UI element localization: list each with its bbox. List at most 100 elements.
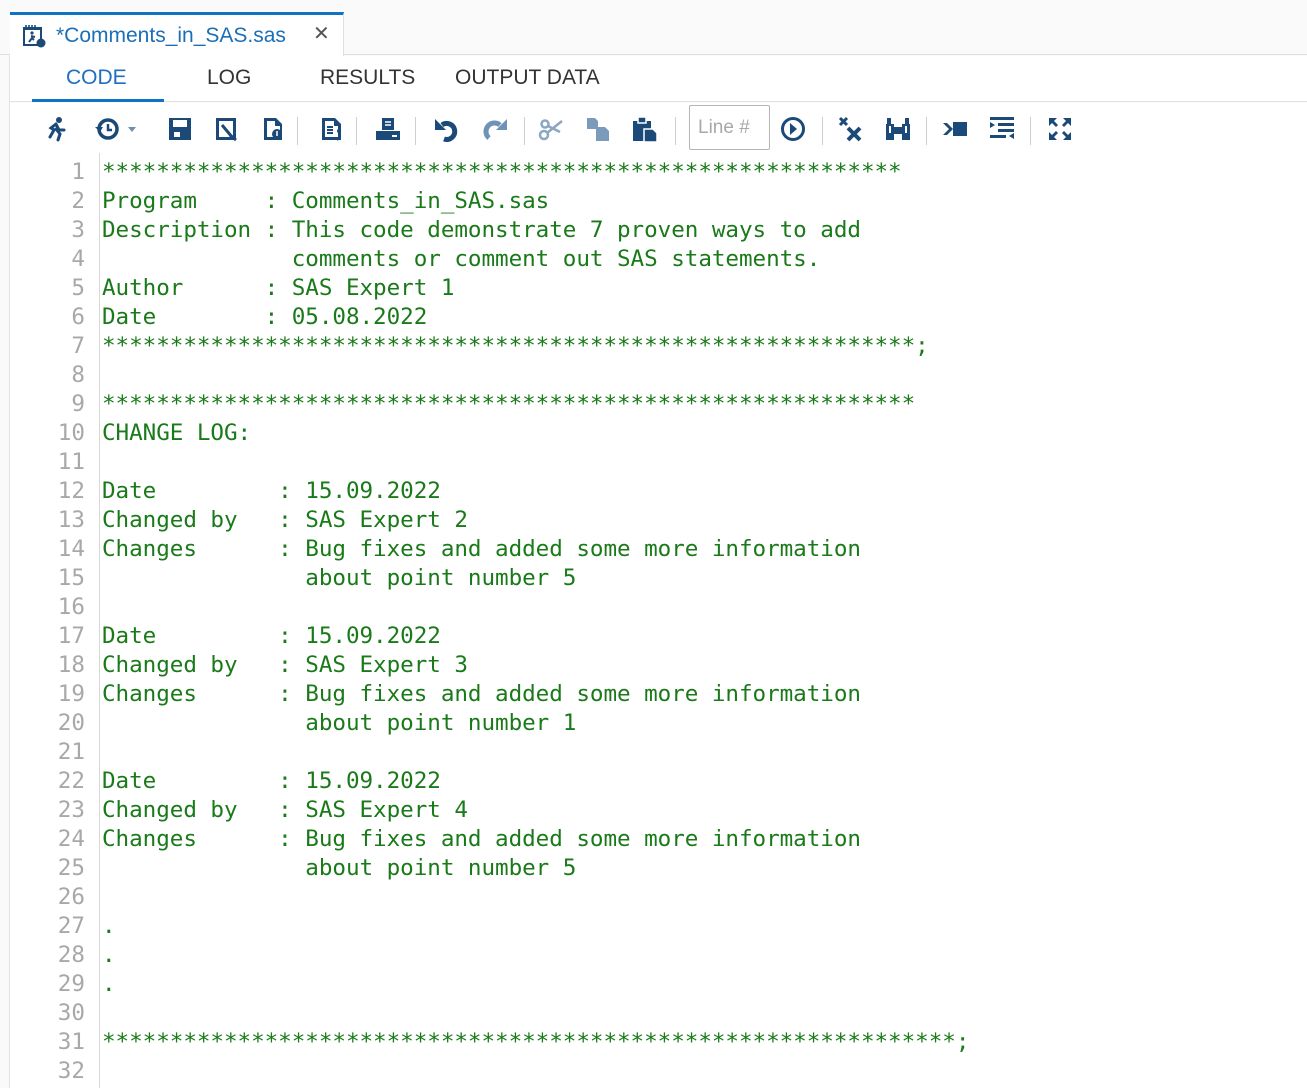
line-number: 5 (71, 275, 85, 301)
code-line[interactable]: 15 about point number 5 (10, 564, 1307, 593)
code-line[interactable]: 25 about point number 5 (10, 854, 1307, 883)
code-line[interactable]: 10 CHANGE LOG: (10, 419, 1307, 448)
code-text[interactable]: ****************************************… (102, 390, 915, 419)
line-number: 27 (57, 913, 85, 939)
code-line[interactable]: 31 **************************************… (10, 1028, 1307, 1057)
code-text[interactable]: Date : 15.09.2022 (102, 622, 441, 651)
download-button[interactable] (260, 115, 288, 143)
code-line[interactable]: 13 Changed by : SAS Expert 2 (10, 506, 1307, 535)
code-text[interactable]: . (102, 912, 116, 941)
print-button[interactable] (374, 115, 402, 143)
code-line[interactable]: 12 Date : 15.09.2022 (10, 477, 1307, 506)
code-line[interactable]: 1 ***************************************… (10, 158, 1307, 187)
code-text[interactable]: Changed by : SAS Expert 2 (102, 506, 468, 535)
tab-log[interactable]: LOG (207, 66, 251, 90)
code-line[interactable]: 16 (10, 593, 1307, 622)
line-number: 6 (71, 304, 85, 330)
code-line[interactable]: 2 Program : Comments_in_SAS.sas (10, 187, 1307, 216)
code-line[interactable]: 27. (10, 912, 1307, 941)
run-button[interactable] (42, 115, 70, 143)
code-text[interactable]: about point number 5 (102, 854, 576, 883)
paste-button[interactable] (631, 115, 659, 143)
file-tab[interactable]: *Comments_in_SAS.sas ✕ (10, 12, 344, 56)
toolbar-separator (297, 117, 298, 145)
code-text[interactable]: Date : 05.08.2022 (102, 303, 427, 332)
redo-button[interactable] (481, 115, 509, 143)
code-line[interactable]: 24 Changes : Bug fixes and added some mor… (10, 825, 1307, 854)
find-replace-button[interactable] (884, 115, 912, 143)
code-text[interactable]: Changed by : SAS Expert 3 (102, 651, 468, 680)
toolbar-separator (524, 117, 525, 145)
code-text[interactable]: Date : 15.09.2022 (102, 767, 441, 796)
code-line[interactable]: 11 (10, 448, 1307, 477)
code-text[interactable]: Program : Comments_in_SAS.sas (102, 187, 549, 216)
code-text[interactable]: CHANGE LOG: (102, 419, 251, 448)
maximize-button[interactable] (1046, 115, 1074, 143)
cut-button[interactable] (537, 115, 565, 143)
line-number: 18 (57, 652, 85, 678)
code-line[interactable]: 5 Author : SAS Expert 1 (10, 274, 1307, 303)
code-line[interactable]: 30 (10, 999, 1307, 1028)
save-as-icon (216, 118, 237, 141)
tab-code[interactable]: CODE (66, 66, 127, 90)
clear-button[interactable] (837, 115, 865, 143)
code-line[interactable]: 21 (10, 738, 1307, 767)
copy-button[interactable] (584, 115, 612, 143)
run-icon (48, 117, 66, 142)
submit-selection-button[interactable] (941, 115, 969, 143)
code-line[interactable]: 19 Changes : Bug fixes and added some mor… (10, 680, 1307, 709)
code-text[interactable]: Changed by : SAS Expert 4 (102, 796, 468, 825)
code-line[interactable]: 9 ***************************************… (10, 390, 1307, 419)
code-text[interactable]: ****************************************… (102, 158, 902, 187)
code-text[interactable]: Date : 15.09.2022 (102, 477, 441, 506)
tab-output-data[interactable]: OUTPUT DATA (455, 66, 600, 90)
code-text[interactable]: comments or comment out SAS statements. (102, 245, 821, 274)
history-dropdown[interactable] (94, 115, 140, 143)
line-number: 25 (57, 855, 85, 881)
code-line[interactable]: 4 comments or comment out SAS statements… (10, 245, 1307, 274)
code-text[interactable]: . (102, 941, 116, 970)
code-line[interactable]: 3 Description : This code demonstrate 7 p… (10, 216, 1307, 245)
code-text[interactable]: Changes : Bug fixes and added some more … (102, 680, 861, 709)
active-tab-indicator (32, 99, 164, 102)
code-line[interactable]: 26 (10, 883, 1307, 912)
code-line[interactable]: 14 Changes : Bug fixes and added some mor… (10, 535, 1307, 564)
code-line[interactable]: 8 (10, 361, 1307, 390)
line-number: 28 (57, 942, 85, 968)
code-text[interactable]: ****************************************… (102, 1028, 969, 1057)
code-text[interactable]: Changes : Bug fixes and added some more … (102, 535, 861, 564)
code-line[interactable]: 7 ***************************************… (10, 332, 1307, 361)
code-line[interactable]: 22 Date : 15.09.2022 (10, 767, 1307, 796)
code-line[interactable]: 17 Date : 15.09.2022 (10, 622, 1307, 651)
toolbar-separator (926, 117, 927, 145)
code-text[interactable]: . (102, 970, 116, 999)
code-text[interactable]: Description : This code demonstrate 7 pr… (102, 216, 861, 245)
save-as-button[interactable] (213, 115, 241, 143)
code-line[interactable]: 6 Date : 05.08.2022 (10, 303, 1307, 332)
go-to-line-input[interactable] (689, 105, 770, 150)
save-button[interactable] (166, 115, 194, 143)
code-text[interactable]: Author : SAS Expert 1 (102, 274, 454, 303)
expand-arrows-icon (1049, 118, 1071, 140)
close-tab-icon[interactable]: ✕ (313, 21, 330, 45)
code-text[interactable]: Changes : Bug fixes and added some more … (102, 825, 861, 854)
sas-program-icon (23, 24, 46, 47)
snippets-button[interactable] (988, 115, 1016, 143)
undo-button[interactable] (433, 115, 461, 143)
code-line[interactable]: 29. (10, 970, 1307, 999)
code-line[interactable]: 18 Changed by : SAS Expert 3 (10, 651, 1307, 680)
code-text[interactable]: ****************************************… (102, 332, 929, 361)
format-code-button[interactable] (318, 115, 346, 143)
format-code-icon (322, 118, 341, 141)
code-line[interactable]: 23 Changed by : SAS Expert 4 (10, 796, 1307, 825)
code-editor[interactable]: 1 ***************************************… (10, 153, 1307, 1088)
code-line[interactable]: 32 (10, 1057, 1307, 1086)
tab-results[interactable]: RESULTS (320, 66, 415, 90)
code-line[interactable]: 28. (10, 941, 1307, 970)
go-to-line-button[interactable] (779, 115, 807, 143)
indent-list-icon (990, 117, 1014, 139)
code-line[interactable]: 20 about point number 1 (10, 709, 1307, 738)
line-number: 4 (71, 246, 85, 272)
code-text[interactable]: about point number 1 (102, 709, 576, 738)
code-text[interactable]: about point number 5 (102, 564, 576, 593)
